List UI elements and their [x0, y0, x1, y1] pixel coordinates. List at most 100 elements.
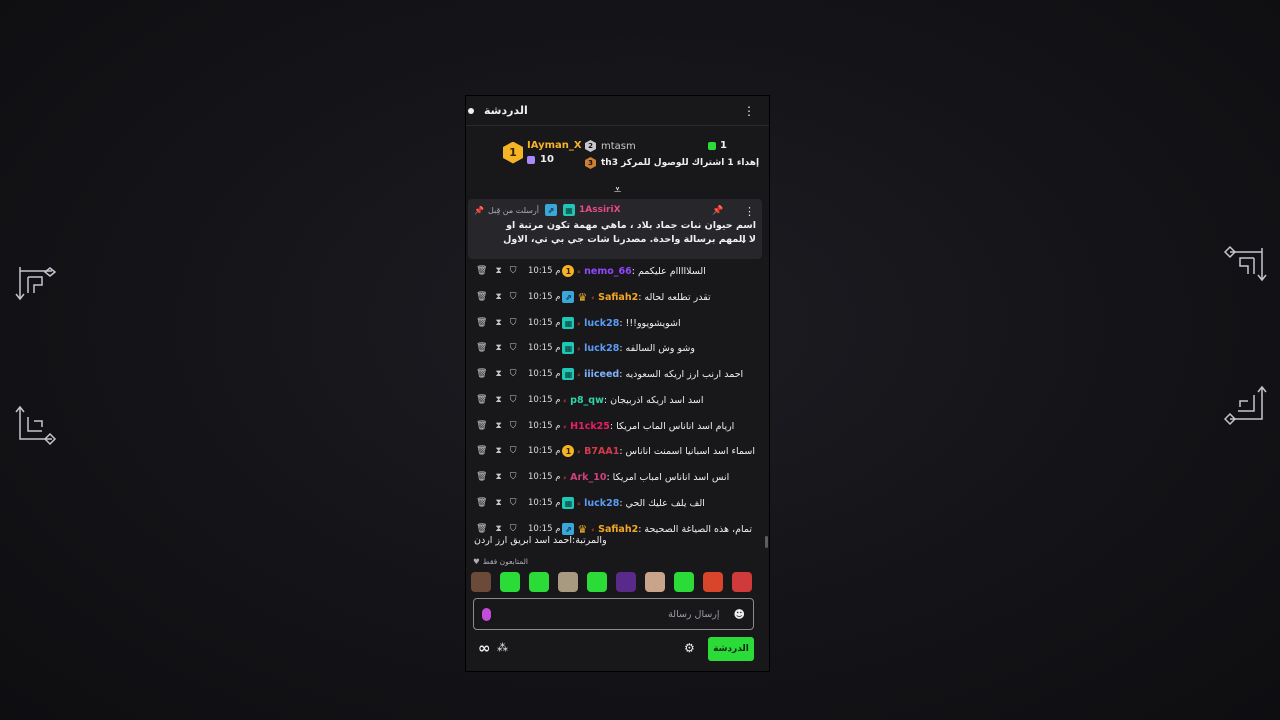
points-icon[interactable]: ⁂ — [497, 641, 508, 654]
emote-green-smile-icon[interactable] — [674, 572, 694, 592]
colon: : — [603, 394, 608, 406]
mod-actions: 🗑 ⧗ ⛉ — [476, 266, 526, 276]
infinity-icon[interactable]: ∞ — [478, 639, 491, 657]
message-time: 10:15 م — [528, 318, 561, 328]
gold-badge-icon: 1 — [562, 445, 575, 457]
timeout-icon[interactable]: ⧗ — [495, 472, 501, 482]
shield-icon[interactable]: ⛉ — [510, 446, 517, 456]
pinned-menu-button[interactable]: ⋮ — [744, 205, 755, 218]
gold-badge-icon: 1 — [562, 265, 575, 277]
chat-send-button[interactable]: الدردشة — [708, 637, 754, 661]
pinned-message: 📌 أرسلت من قِبل ⇗ ▦ 1AssiriX 📌 ⋮ اسم حيو… — [468, 199, 762, 259]
delete-icon[interactable]: 🗑 — [476, 266, 487, 276]
shield-icon[interactable]: ⛉ — [510, 524, 517, 534]
delete-icon[interactable]: 🗑 — [476, 421, 487, 431]
emote-green-sad-icon[interactable] — [587, 572, 607, 592]
delete-icon[interactable]: 🗑 — [476, 498, 487, 508]
emote-face-icon[interactable] — [471, 572, 491, 592]
message-username[interactable]: p8_qw — [570, 395, 604, 406]
delete-icon[interactable]: 🗑 — [476, 369, 487, 379]
gift-counter: 1 — [708, 140, 727, 151]
expand-chevron-icon[interactable]: ⌄ — [739, 233, 748, 246]
second-supporter[interactable]: 2 mtasm 3 thإهداء 1 اشتراك للوصول للمركز… — [585, 140, 759, 169]
rank-2-icon: 2 — [585, 140, 596, 152]
top-supporter[interactable]: 1 IAyman_X 10 — [503, 140, 582, 165]
tag-icon: ⸗ — [577, 498, 581, 508]
emoji-icon[interactable]: ☻ — [734, 608, 745, 621]
emote-red-box-icon[interactable] — [732, 572, 752, 592]
message-time: 10:15 م — [528, 524, 561, 534]
message-input[interactable] — [495, 608, 734, 620]
chat-message: 🗑 ⧗ ⛉ 10:15 م ⸗ H1ck25: اريام اسد اناناس الماب… — [466, 414, 756, 438]
message-username[interactable]: Ark_10 — [570, 472, 606, 483]
timeout-icon[interactable]: ⧗ — [495, 421, 501, 431]
delete-icon[interactable]: 🗑 — [476, 343, 487, 353]
timeout-icon[interactable]: ⧗ — [495, 318, 501, 328]
emote-green-clock-icon[interactable] — [529, 572, 549, 592]
message-username[interactable]: iiiceed — [584, 369, 619, 380]
timeout-icon[interactable]: ⧗ — [495, 292, 501, 302]
timeout-icon[interactable]: ⧗ — [495, 266, 501, 276]
microphone-icon[interactable] — [482, 607, 491, 621]
shield-icon[interactable]: ⛉ — [510, 292, 517, 302]
delete-icon[interactable]: 🗑 — [476, 472, 487, 482]
delete-icon[interactable]: 🗑 — [476, 318, 487, 328]
message-time: 10:15 م — [528, 292, 561, 302]
chat-message: 🗑 ⧗ ⛉ 10:15 م ⸗ p8_qw: اسد اسد اريكه اذربيجان — [466, 388, 756, 412]
message-username[interactable]: Safiah2 — [598, 524, 638, 535]
shield-icon[interactable]: ⛉ — [510, 266, 517, 276]
emote-red-face-icon[interactable] — [703, 572, 723, 592]
timeout-icon[interactable]: ⧗ — [495, 395, 501, 405]
badge-icon: ⇗ — [562, 291, 575, 303]
pin-icon[interactable]: 📌 — [712, 206, 723, 216]
mod-actions: 🗑 ⧗ ⛉ — [476, 369, 526, 379]
timeout-icon[interactable]: ⧗ — [495, 446, 501, 456]
shield-icon[interactable]: ⛉ — [510, 498, 517, 508]
shield-icon[interactable]: ⛉ — [510, 472, 517, 482]
message-username[interactable]: luck28 — [584, 318, 619, 329]
message-username[interactable]: luck28 — [584, 498, 619, 509]
timeout-icon[interactable]: ⧗ — [495, 369, 501, 379]
message-username[interactable]: H1ck25 — [570, 421, 610, 432]
tag-icon: ⸗ — [591, 524, 595, 534]
rank-3-icon: 3 — [585, 157, 596, 169]
delete-icon[interactable]: 🗑 — [476, 524, 487, 534]
chat-message: 🗑 ⧗ ⛉ 10:15 م ▦ ⸗ luck28: وشو وش السالفه — [466, 336, 756, 360]
chat-panel: الدردشة ⋮ 1 IAyman_X 10 2 mtasm 3 thإهدا… — [465, 95, 770, 672]
pin-icon: 📌 — [474, 205, 484, 215]
mod-actions: 🗑 ⧗ ⛉ — [476, 318, 526, 328]
colon: : — [619, 342, 623, 354]
timeout-icon[interactable]: ⧗ — [495, 524, 501, 534]
message-username[interactable]: nemo_66 — [584, 266, 632, 277]
chat-menu-button[interactable]: ⋮ — [743, 105, 755, 117]
timeout-icon[interactable]: ⧗ — [495, 498, 501, 508]
message-text: اريام اسد اناناس الماب امريكا — [616, 420, 735, 432]
message-username[interactable]: luck28 — [584, 343, 619, 354]
ornament-icon — [1224, 385, 1267, 426]
shield-icon[interactable]: ⛉ — [510, 395, 517, 405]
crown-icon: ♛ — [577, 522, 588, 536]
collapse-leaderboard-button[interactable]: ⩡ — [466, 182, 769, 198]
delete-icon[interactable]: 🗑 — [476, 395, 487, 405]
emote-photo-icon[interactable] — [558, 572, 578, 592]
message-input-box[interactable]: ☻ — [473, 598, 754, 630]
shield-icon[interactable]: ⛉ — [510, 421, 517, 431]
emote-green-blob-icon[interactable] — [500, 572, 520, 592]
pinned-text: اسم حيوان نبات جماد بلاد ، ماهي مهمة تكو… — [503, 220, 756, 245]
shield-icon[interactable]: ⛉ — [510, 369, 517, 379]
mod-actions: 🗑 ⧗ ⛉ — [476, 292, 526, 302]
scrollbar[interactable] — [765, 536, 768, 548]
emote-person-icon[interactable] — [645, 572, 665, 592]
shield-icon[interactable]: ⛉ — [510, 343, 517, 353]
ornament-icon — [15, 267, 57, 301]
timeout-icon[interactable]: ⧗ — [495, 343, 501, 353]
emote-purple-icon[interactable] — [616, 572, 636, 592]
gear-icon[interactable]: ⚙ — [684, 641, 695, 655]
message-username[interactable]: Safiah2 — [598, 292, 638, 303]
shield-icon[interactable]: ⛉ — [510, 318, 517, 328]
delete-icon[interactable]: 🗑 — [476, 446, 487, 456]
message-username[interactable]: B7AA1 — [584, 446, 619, 457]
message-text: اسد اسد اريكه اذربيجان — [610, 394, 704, 406]
chevron-down-bar-icon: ⩡ — [613, 182, 622, 198]
delete-icon[interactable]: 🗑 — [476, 292, 487, 302]
